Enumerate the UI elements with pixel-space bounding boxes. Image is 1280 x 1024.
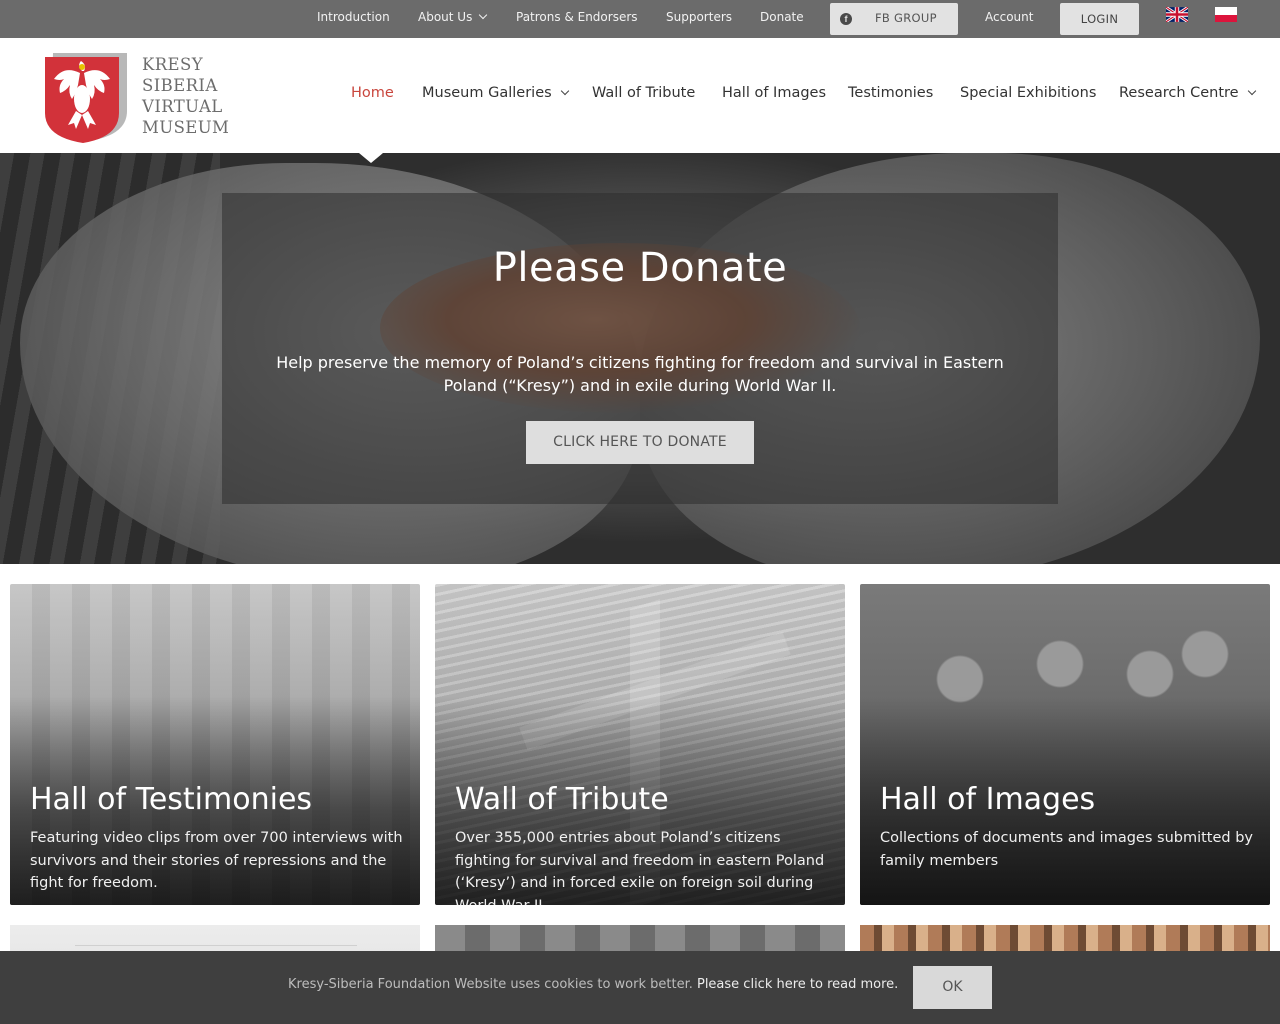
nav-item-special-exhibitions[interactable]: Special Exhibitions bbox=[960, 85, 1096, 101]
card-title: Wall of Tribute bbox=[455, 782, 669, 817]
polish-flag-white bbox=[1215, 7, 1237, 15]
card-description: Over 355,000 entries about Poland’s citi… bbox=[455, 830, 825, 905]
english-flag-icon[interactable] bbox=[1166, 7, 1188, 22]
nav-item-museum-galleries[interactable]: Museum Galleries bbox=[422, 85, 569, 101]
donate-hero-banner: Please Donate Help preserve the memory o… bbox=[0, 153, 1280, 564]
card-description: Collections of documents and images subm… bbox=[880, 830, 1253, 869]
login-button[interactable]: LOGIN bbox=[1060, 3, 1139, 35]
nav-item-label: Research Centre bbox=[1119, 85, 1239, 101]
donate-button[interactable]: CLICK HERE TO DONATE bbox=[526, 421, 754, 464]
cookie-read-more-link[interactable]: Please click here to read more. bbox=[697, 977, 898, 992]
logo-line: SIBERIA bbox=[142, 76, 218, 95]
hero-description: Help preserve the memory of Poland’s cit… bbox=[276, 353, 1004, 395]
nav-item-hall-of-images[interactable]: Hall of Images bbox=[722, 85, 826, 101]
hero-title: Please Donate bbox=[492, 245, 788, 291]
logo-line: KRESY bbox=[142, 55, 203, 74]
topbar-link-introduction[interactable]: Introduction bbox=[317, 10, 390, 24]
nav-item-research-centre[interactable]: Research Centre bbox=[1119, 85, 1256, 101]
site-header: KRESY SIBERIA VIRTUAL MUSEUM Home Museum… bbox=[0, 38, 1280, 153]
topbar-link-patrons[interactable]: Patrons & Endorsers bbox=[516, 10, 638, 24]
chevron-down-icon bbox=[1247, 86, 1256, 96]
fb-group-button[interactable]: f FB GROUP bbox=[830, 3, 958, 35]
facebook-icon: f bbox=[840, 13, 852, 25]
polish-flag-icon[interactable] bbox=[1215, 7, 1237, 22]
card-title: Hall of Testimonies bbox=[30, 782, 313, 817]
card-wall-of-tribute[interactable]: Wall of Tribute Over 355,000 entries abo… bbox=[435, 584, 845, 905]
logo-line: VIRTUAL bbox=[142, 97, 223, 116]
card-hall-of-images[interactable]: Hall of Images Collections of documents … bbox=[860, 584, 1270, 905]
polish-eagle-shield-icon[interactable] bbox=[43, 49, 131, 143]
chevron-down-icon bbox=[479, 10, 488, 20]
logo-line: MUSEUM bbox=[142, 118, 230, 137]
card-title: Hall of Images bbox=[880, 782, 1096, 817]
active-nav-pointer bbox=[359, 153, 383, 163]
topbar-link-about-us[interactable]: About Us bbox=[418, 10, 488, 24]
nav-item-home[interactable]: Home bbox=[351, 85, 394, 101]
cookie-ok-button[interactable]: OK bbox=[913, 966, 992, 1009]
site-logo-text[interactable]: KRESY SIBERIA VIRTUAL MUSEUM bbox=[142, 54, 229, 138]
polish-flag-red bbox=[1215, 14, 1237, 22]
topbar-link-about-us-label: About Us bbox=[418, 10, 473, 24]
topbar-link-donate[interactable]: Donate bbox=[760, 10, 804, 24]
top-bar: Introduction About Us Patrons & Endorser… bbox=[0, 0, 1280, 38]
hero-overlay-box: Please Donate Help preserve the memory o… bbox=[222, 193, 1058, 504]
card-description: Featuring video clips from over 700 inte… bbox=[30, 830, 403, 891]
cookie-consent-bar: Kresy-Siberia Foundation Website uses co… bbox=[0, 951, 1280, 1024]
account-link[interactable]: Account bbox=[985, 10, 1033, 24]
card-hall-of-testimonies[interactable]: Hall of Testimonies Featuring video clip… bbox=[10, 584, 420, 905]
chevron-down-icon bbox=[560, 86, 569, 96]
nav-item-wall-of-tribute[interactable]: Wall of Tribute bbox=[592, 85, 695, 101]
fb-group-label: FB GROUP bbox=[875, 11, 937, 25]
cookie-text: Kresy-Siberia Foundation Website uses co… bbox=[288, 977, 697, 992]
topbar-link-supporters[interactable]: Supporters bbox=[666, 10, 732, 24]
nav-item-testimonies[interactable]: Testimonies bbox=[848, 85, 933, 101]
nav-item-label: Museum Galleries bbox=[422, 85, 552, 101]
cookie-message: Kresy-Siberia Foundation Website uses co… bbox=[288, 977, 898, 992]
